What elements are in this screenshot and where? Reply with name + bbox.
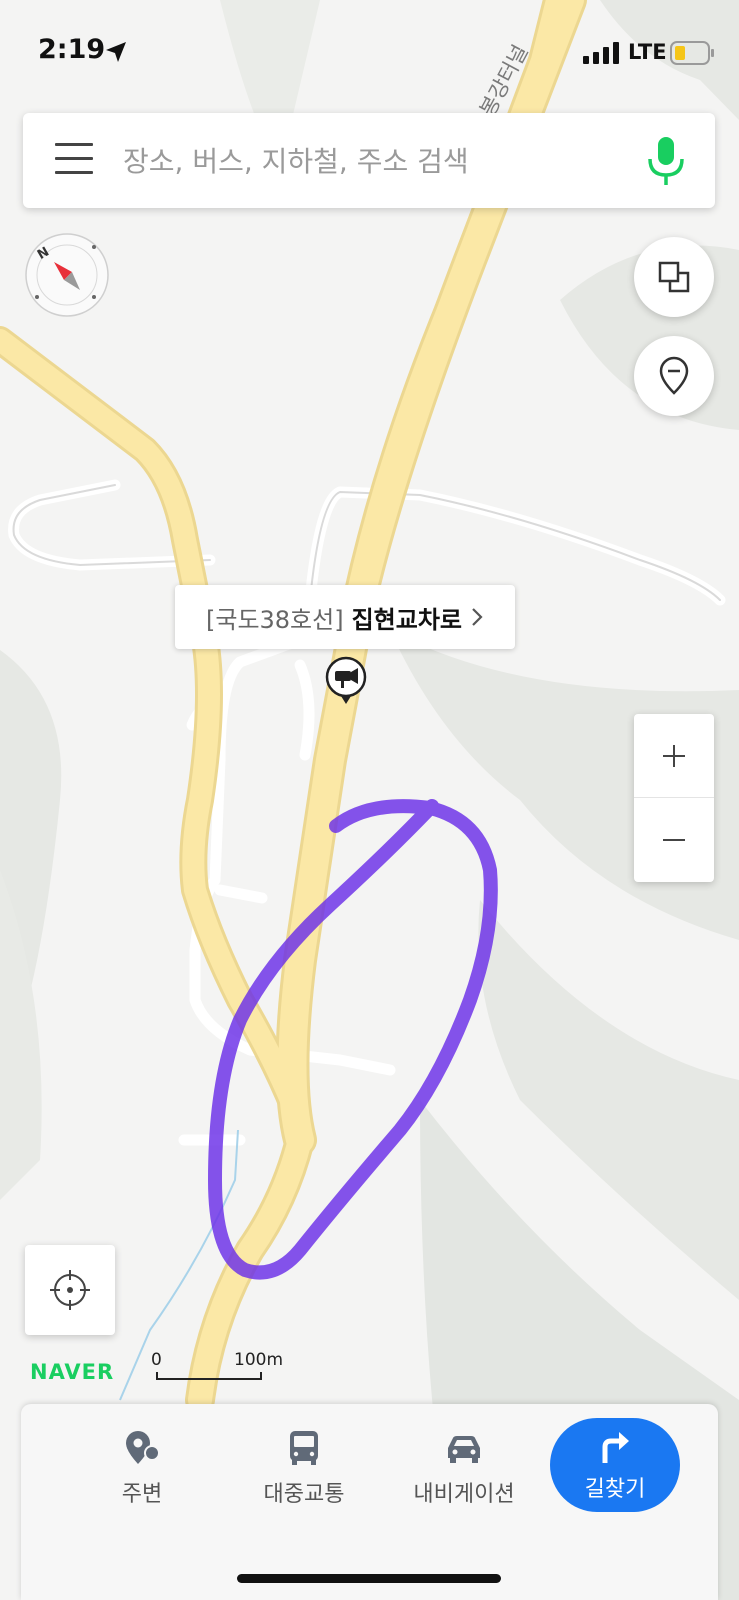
signal-strength-icon (583, 42, 619, 64)
place-label-card[interactable]: [국도38호선] 집현교차로 (175, 585, 515, 649)
tab-nearby[interactable]: 주변 (67, 1428, 217, 1518)
crosshair-icon (50, 1270, 90, 1310)
scale-bar (156, 1372, 262, 1380)
layers-icon (658, 261, 690, 293)
map-pin-icon (659, 356, 689, 395)
battery-icon (670, 41, 714, 65)
search-bar (23, 113, 715, 208)
nearby-pin-icon (126, 1431, 160, 1464)
tab-navigation-label: 내비게이션 (413, 1482, 515, 1507)
tab-directions-label: 길찾기 (584, 1477, 646, 1502)
turn-right-arrow-icon (602, 1432, 629, 1463)
network-type: LTE (628, 40, 667, 64)
bottom-tab-bar: 주변 대중교통 내비게이션 길찾기 (21, 1404, 718, 1600)
chevron-right-icon (472, 608, 483, 626)
zoom-out-button[interactable] (634, 798, 714, 882)
minus-icon (663, 839, 685, 841)
layer-toggle-button[interactable] (634, 237, 714, 317)
tab-transit-label: 대중교통 (263, 1482, 345, 1507)
status-time: 2:19 (38, 34, 106, 65)
search-input[interactable] (123, 131, 603, 191)
zoom-in-button[interactable] (634, 714, 714, 798)
zoom-control (634, 714, 714, 882)
current-location-button[interactable] (25, 1245, 115, 1335)
status-bar: 2:19 LTE (0, 0, 739, 100)
place-road-label: [국도38호선] (206, 605, 344, 634)
hamburger-menu-icon[interactable] (55, 143, 93, 177)
location-arrow-icon (106, 42, 126, 62)
scale-zero-label: 0 (151, 1350, 162, 1370)
microphone-icon[interactable] (641, 131, 691, 191)
car-icon (448, 1436, 480, 1463)
scale-max-label: 100m (234, 1350, 284, 1370)
home-indicator[interactable] (237, 1574, 501, 1583)
tab-nearby-label: 주변 (121, 1482, 163, 1507)
naver-logo: NAVER (30, 1360, 115, 1384)
plus-icon (663, 744, 685, 767)
place-name-label: 집현교차로 (351, 605, 462, 634)
bus-icon (290, 1431, 318, 1465)
tab-navigation[interactable]: 내비게이션 (389, 1428, 539, 1518)
map-pin-button[interactable] (634, 336, 714, 416)
compass-icon[interactable]: N (24, 232, 110, 318)
tab-transit[interactable]: 대중교통 (229, 1428, 379, 1518)
tab-directions-button[interactable]: 길찾기 (550, 1418, 680, 1512)
